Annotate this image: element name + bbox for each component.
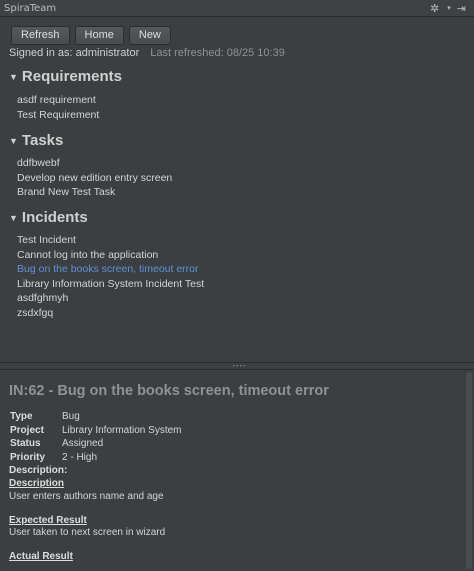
- tasks-list: ddfbwebf Develop new edition entry scree…: [17, 156, 172, 200]
- status-value: Assigned: [62, 438, 104, 449]
- incident-item[interactable]: zsdxfgq: [17, 306, 204, 321]
- pin-icon[interactable]: ⇥: [457, 0, 466, 17]
- requirements-list: asdf requirement Test Requirement: [17, 93, 99, 122]
- tasks-title: Tasks: [21, 132, 64, 149]
- incident-item[interactable]: Test Incident: [17, 233, 204, 248]
- project-value: Library Information System: [62, 424, 182, 436]
- gear-icon[interactable]: ✲: [430, 0, 439, 17]
- requirements-title: Requirements: [21, 68, 122, 85]
- last-refreshed-text: Last refreshed: 08/25 10:39: [150, 47, 285, 59]
- property-row: Priority 2 - High: [10, 451, 182, 465]
- requirements-section-header[interactable]: ▼ Requirements: [9, 68, 122, 85]
- status-line: Signed in as: administrator Last refresh…: [9, 47, 285, 59]
- requirement-item[interactable]: asdf requirement: [17, 93, 99, 108]
- description-heading: Description: [9, 478, 65, 489]
- task-item[interactable]: Brand New Test Task: [17, 185, 172, 200]
- window-title: SpiraTeam: [4, 2, 57, 14]
- actual-result-heading: Actual Result: [9, 551, 73, 562]
- detail-pane: IN:62 - Bug on the books screen, timeout…: [0, 370, 474, 571]
- pane-splitter[interactable]: ••••: [0, 362, 474, 370]
- toolbar: Refresh Home New: [11, 26, 171, 45]
- detail-scrollbar[interactable]: [466, 372, 472, 569]
- tasks-section-header[interactable]: ▼ Tasks: [9, 132, 63, 149]
- type-value: Bug: [62, 411, 80, 422]
- property-row: Status Assigned: [10, 437, 182, 451]
- gear-dropdown-icon[interactable]: ▾: [447, 0, 451, 17]
- title-bar: SpiraTeam ✲ ▾ ⇥: [0, 0, 474, 17]
- expand-arrow-icon: ▼: [9, 212, 18, 223]
- priority-value: 2 - High: [62, 451, 98, 463]
- priority-label: Priority: [10, 451, 46, 463]
- expand-arrow-icon: ▼: [9, 71, 18, 82]
- summary-pane: Refresh Home New Signed in as: administr…: [0, 17, 474, 362]
- expected-result-text: User taken to next screen in wizard: [9, 527, 166, 538]
- splitter-grip-icon: ••••: [232, 363, 247, 370]
- description-label: Description:: [9, 465, 68, 476]
- task-item[interactable]: Develop new edition entry screen: [17, 171, 172, 186]
- spirateam-tool-window: SpiraTeam ✲ ▾ ⇥ Refresh Home New Signed …: [0, 0, 474, 571]
- project-label: Project: [10, 424, 44, 436]
- task-item[interactable]: ddfbwebf: [17, 156, 172, 171]
- description-text: User enters authors name and age: [9, 491, 164, 502]
- incident-item[interactable]: asdfghmyh: [17, 291, 204, 306]
- incidents-title: Incidents: [21, 209, 88, 226]
- type-label: Type: [10, 411, 33, 422]
- incident-properties: Type Bug Project Library Information Sys…: [10, 410, 182, 464]
- incidents-list: Test Incident Cannot log into the applic…: [17, 233, 204, 320]
- incidents-section-header[interactable]: ▼ Incidents: [9, 209, 88, 226]
- property-row: Project Library Information System: [10, 424, 182, 438]
- expected-result-heading: Expected Result: [9, 515, 87, 526]
- property-row: Type Bug: [10, 410, 182, 424]
- signed-in-text: Signed in as: administrator: [9, 47, 140, 59]
- refresh-button[interactable]: Refresh: [11, 26, 70, 45]
- requirement-item[interactable]: Test Requirement: [17, 108, 99, 123]
- home-button[interactable]: Home: [74, 26, 124, 45]
- incident-item-selected[interactable]: Bug on the books screen, timeout error: [17, 262, 204, 277]
- incident-detail-title: IN:62 - Bug on the books screen, timeout…: [9, 383, 329, 399]
- incident-item[interactable]: Cannot log into the application: [17, 248, 204, 263]
- new-button[interactable]: New: [128, 26, 171, 45]
- expand-arrow-icon: ▼: [9, 135, 18, 146]
- status-label: Status: [10, 438, 41, 449]
- incident-item[interactable]: Library Information System Incident Test: [17, 277, 204, 292]
